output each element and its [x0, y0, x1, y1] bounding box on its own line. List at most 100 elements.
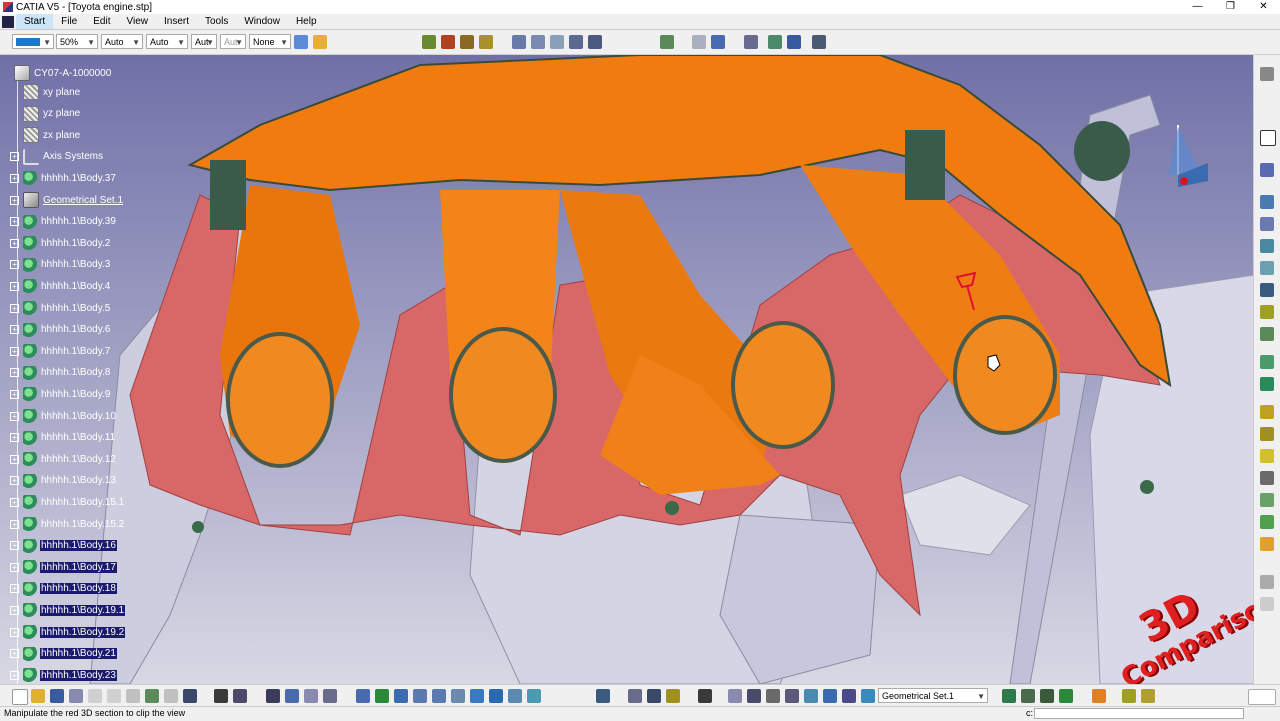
material-icon[interactable]: [441, 35, 455, 49]
pan-icon[interactable]: [375, 689, 389, 703]
expand-icon[interactable]: +: [10, 497, 19, 507]
menu-file[interactable]: File: [53, 14, 85, 29]
snap-icon[interactable]: [692, 35, 706, 49]
tree-node[interactable]: + hhhhh.1\Body.12: [10, 450, 117, 468]
menu-tools[interactable]: Tools: [197, 14, 236, 29]
new-file-icon[interactable]: [12, 689, 28, 705]
menu-insert[interactable]: Insert: [156, 14, 197, 29]
expand-icon[interactable]: +: [10, 605, 19, 615]
render-icon[interactable]: [422, 35, 436, 49]
lighting-icon[interactable]: [479, 35, 493, 49]
expand-icon[interactable]: +: [10, 476, 19, 486]
redo-icon[interactable]: [164, 689, 178, 703]
close-button[interactable]: ✕: [1247, 0, 1280, 14]
expand-icon[interactable]: +: [10, 238, 19, 248]
dimension-icon[interactable]: [1021, 689, 1035, 703]
tree-node[interactable]: + hhhhh.1\Body.17: [10, 558, 117, 576]
fly-icon[interactable]: [356, 689, 370, 703]
expand-icon[interactable]: +: [10, 649, 19, 659]
whats-this-icon[interactable]: [183, 689, 197, 703]
rule-icon[interactable]: [304, 689, 318, 703]
geometry-set-icon[interactable]: [861, 689, 875, 703]
tree-icon[interactable]: [285, 689, 299, 703]
expand-icon[interactable]: +: [10, 411, 19, 421]
chain-icon[interactable]: [728, 689, 742, 703]
expand-icon[interactable]: +: [10, 173, 19, 183]
menu-start[interactable]: Start: [16, 14, 54, 29]
menu-help[interactable]: Help: [288, 14, 325, 29]
quick-view-icon[interactable]: [596, 689, 610, 703]
copy-icon[interactable]: [107, 689, 121, 703]
camera-icon[interactable]: [698, 689, 712, 703]
inertia-icon[interactable]: [550, 35, 564, 49]
ordered-set-icon[interactable]: [1002, 689, 1016, 703]
tree-node[interactable]: + hhhhh.1\Body.23: [10, 666, 117, 684]
expand-icon[interactable]: +: [10, 584, 19, 594]
extract-icon[interactable]: [1260, 449, 1274, 463]
clash-icon[interactable]: [569, 35, 583, 49]
thickness-combo[interactable]: Auto ▼: [146, 34, 188, 49]
table-icon[interactable]: [266, 689, 280, 703]
revolve-icon[interactable]: [1260, 283, 1274, 297]
compass-icon[interactable]: [1158, 115, 1218, 195]
expand-icon[interactable]: +: [10, 195, 19, 205]
paste-icon[interactable]: [126, 689, 140, 703]
check-icon[interactable]: [323, 689, 337, 703]
table-icon[interactable]: [711, 35, 725, 49]
body-icon[interactable]: [1040, 689, 1054, 703]
command-input[interactable]: [1034, 708, 1244, 719]
expand-icon[interactable]: +: [10, 217, 19, 227]
hierarchy-icon[interactable]: [744, 35, 758, 49]
tree-node[interactable]: +zx plane: [10, 126, 81, 144]
expand-icon[interactable]: +: [10, 260, 19, 270]
undo-icon[interactable]: [145, 689, 159, 703]
expand-icon[interactable]: +: [10, 562, 19, 572]
tree-node[interactable]: + hhhhh.1\Body.13: [10, 472, 117, 490]
save-icon[interactable]: [50, 689, 64, 703]
curve-icon[interactable]: [1260, 575, 1274, 589]
lock-icon[interactable]: [666, 689, 680, 703]
filter-icon[interactable]: [804, 689, 818, 703]
restore-button[interactable]: ❐: [1214, 0, 1247, 14]
tree-node[interactable]: + hhhhh.1\Body.16: [10, 537, 117, 555]
expand-icon[interactable]: +: [10, 303, 19, 313]
tree-node[interactable]: +xy plane: [10, 83, 81, 101]
tree-node[interactable]: + hhhhh.1\Body.39: [10, 213, 117, 231]
binary-icon[interactable]: [766, 689, 780, 703]
knowledge-icon[interactable]: [1260, 537, 1274, 551]
tree-node[interactable]: + hhhhh.1\Body.21: [10, 645, 117, 663]
tree-node[interactable]: + hhhhh.1\Body.37: [10, 169, 117, 187]
expand-icon[interactable]: +: [10, 346, 19, 356]
tree-node[interactable]: + hhhhh.1\Body.3: [10, 256, 111, 274]
expand-icon[interactable]: +: [10, 389, 19, 399]
tree-node[interactable]: + hhhhh.1\Body.8: [10, 364, 111, 382]
line-icon[interactable]: [1260, 217, 1274, 231]
blend-icon[interactable]: [1260, 355, 1274, 369]
engine-model-scene[interactable]: [0, 55, 1254, 684]
hide-show-icon[interactable]: [508, 689, 522, 703]
layer-b-combo[interactable]: Aut ▼: [220, 34, 246, 49]
axis-icon[interactable]: [842, 689, 856, 703]
trim-icon[interactable]: [1260, 427, 1274, 441]
fill-icon[interactable]: [1260, 327, 1274, 341]
shading-icon[interactable]: [489, 689, 503, 703]
normal-view-icon[interactable]: [451, 689, 465, 703]
tree-node[interactable]: + hhhhh.1\Body.7: [10, 342, 111, 360]
tree-node[interactable]: + Geometrical Set.1: [10, 191, 124, 209]
expand-icon[interactable]: +: [10, 454, 19, 464]
point-icon[interactable]: [1260, 195, 1274, 209]
expand-icon[interactable]: +: [10, 519, 19, 529]
tree-node[interactable]: + hhhhh.1\Body.5: [10, 299, 111, 317]
brush-icon[interactable]: [313, 35, 327, 49]
layer-combo[interactable]: None ▼: [249, 34, 291, 49]
tree-node[interactable]: + hhhhh.1\Body.6: [10, 321, 111, 339]
tree-node[interactable]: + hhhhh.1\Body.10: [10, 407, 117, 425]
linetype-combo[interactable]: Auto ▼: [101, 34, 143, 49]
tree-node[interactable]: + hhhhh.1\Body.9: [10, 385, 111, 403]
plane-icon[interactable]: [1260, 239, 1274, 253]
format-painter-icon[interactable]: [294, 35, 308, 49]
list-icon[interactable]: [823, 689, 837, 703]
clock-icon[interactable]: [747, 689, 761, 703]
select-arrow-icon[interactable]: [1260, 130, 1276, 146]
tree-node[interactable]: + hhhhh.1\Body.2: [10, 234, 111, 252]
